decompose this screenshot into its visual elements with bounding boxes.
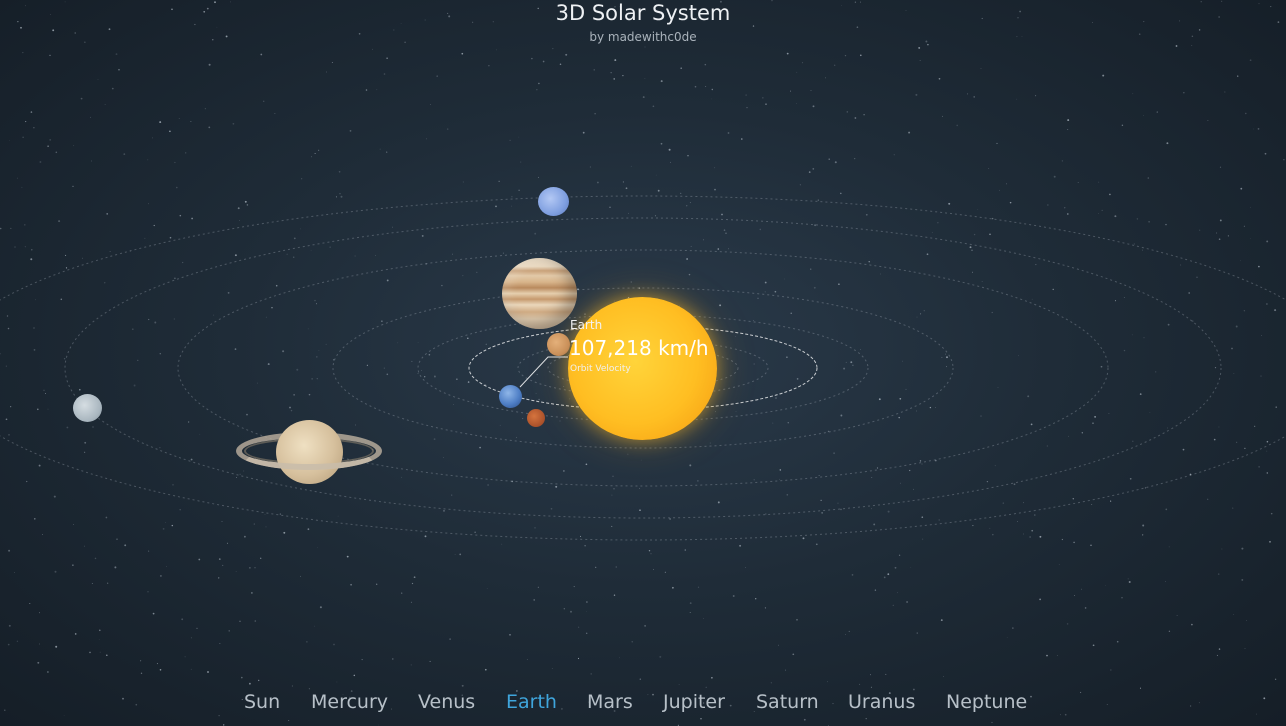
callout-planet-name: Earth xyxy=(570,318,603,332)
solar-system-scene[interactable]: Earth 107,218 km/h Orbit Velocity 3D Sol… xyxy=(0,0,1286,726)
nav-item-earth[interactable]: Earth xyxy=(506,688,557,716)
nav-item-mars[interactable]: Mars xyxy=(587,688,633,716)
nav-item-uranus[interactable]: Uranus xyxy=(848,688,915,716)
nav-item-saturn[interactable]: Saturn xyxy=(756,688,819,716)
nav-item-venus[interactable]: Venus xyxy=(418,688,475,716)
callout-orbit-velocity-value: 107,218 km/h xyxy=(569,336,709,360)
planet-nav: Sun Mercury Venus Earth Mars Jupiter Sat… xyxy=(0,688,1286,718)
nav-item-sun[interactable]: Sun xyxy=(244,688,280,716)
page-subtitle: by madewithc0de xyxy=(589,30,697,44)
callout-caption: Orbit Velocity xyxy=(570,364,631,374)
nav-item-jupiter[interactable]: Jupiter xyxy=(663,688,725,716)
callout-leader-line xyxy=(519,356,568,388)
nav-item-mercury[interactable]: Mercury xyxy=(311,688,388,716)
nav-item-neptune[interactable]: Neptune xyxy=(946,688,1027,716)
page-title: 3D Solar System xyxy=(555,1,731,25)
